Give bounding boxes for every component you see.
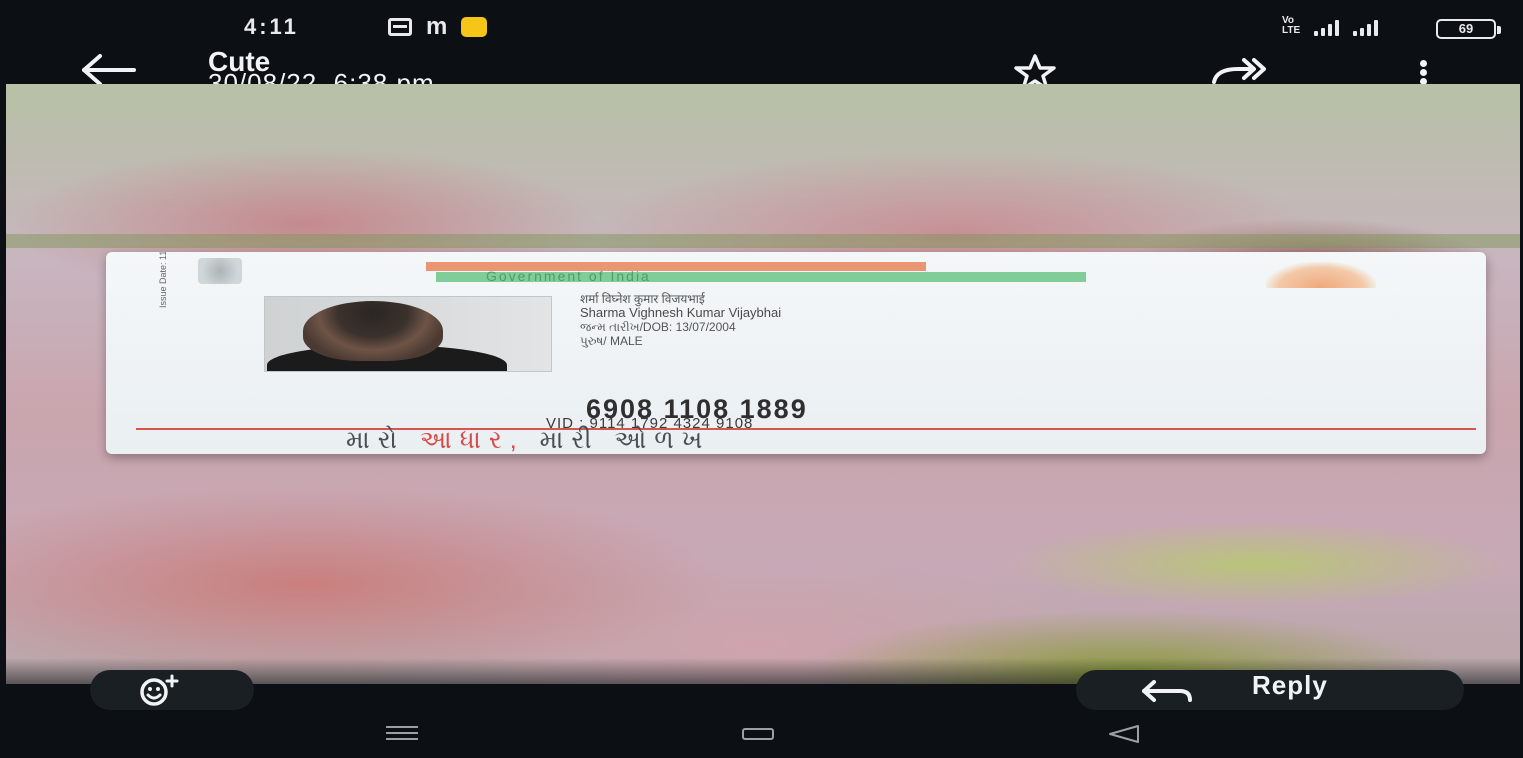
more-vert-icon <box>1420 60 1427 67</box>
reply-icon <box>1142 680 1192 702</box>
signal-bars-icon <box>1314 20 1340 36</box>
emblem-icon <box>198 258 242 284</box>
notification-icons: m <box>388 13 488 40</box>
card-details: शर्मा विघ्नेश कुमार विजयभाई Sharma Vighn… <box>580 292 781 348</box>
home-button[interactable] <box>730 722 790 746</box>
id-card: Issue Date: 11/02/2014 Government of Ind… <box>106 252 1486 454</box>
reply-label: Reply <box>1252 670 1328 700</box>
card-gender: પુરુષ/ MALE <box>580 334 643 348</box>
system-nav-bar <box>0 712 1523 758</box>
add-reaction-icon <box>140 674 179 706</box>
card-logo-icon <box>1266 262 1376 288</box>
back-triangle-icon <box>1109 725 1139 743</box>
home-icon <box>742 728 774 740</box>
battery-icon: 69 <box>1436 19 1501 39</box>
bottom-action-bar: Reply <box>0 670 1523 712</box>
status-bar: 4:11 m Vo LTE 69 <box>0 0 1523 44</box>
card-divider <box>136 428 1476 430</box>
card-tagline: મારો આધાર, મારી ઓળખ <box>346 426 711 454</box>
recents-button[interactable] <box>372 722 432 742</box>
media-photo[interactable]: Issue Date: 11/02/2014 Government of Ind… <box>6 84 1520 684</box>
message-icon <box>388 18 412 36</box>
card-government-line: Government of India <box>486 268 651 284</box>
card-name: Sharma Vighnesh Kumar Vijaybhai <box>580 305 782 320</box>
yellow-app-icon <box>461 17 488 37</box>
card-name-native: शर्मा विघ्नेश कुमार विजयभाई <box>580 292 705 306</box>
image-viewer-screen: 4:11 m VoLTE 69 Cute 30/08/22, 6:38 pm <box>0 0 1523 758</box>
volte-label: Vo LTE <box>1282 15 1301 36</box>
reply-button[interactable]: Reply <box>1076 670 1464 710</box>
system-back-button[interactable] <box>1094 722 1154 746</box>
card-issue-date: Issue Date: 11/02/2014 <box>158 252 168 308</box>
m-icon: m <box>426 13 448 40</box>
card-dob: જન્મ તારીખ/DOB: 13/07/2004 <box>580 320 736 334</box>
recents-icon <box>386 726 418 728</box>
card-portrait <box>264 296 552 372</box>
status-time: 4:11 <box>244 14 299 39</box>
add-reaction-button[interactable] <box>90 670 254 710</box>
signal-indicators: Vo LTE <box>1282 15 1379 36</box>
signal-bars-2-icon <box>1353 20 1379 36</box>
